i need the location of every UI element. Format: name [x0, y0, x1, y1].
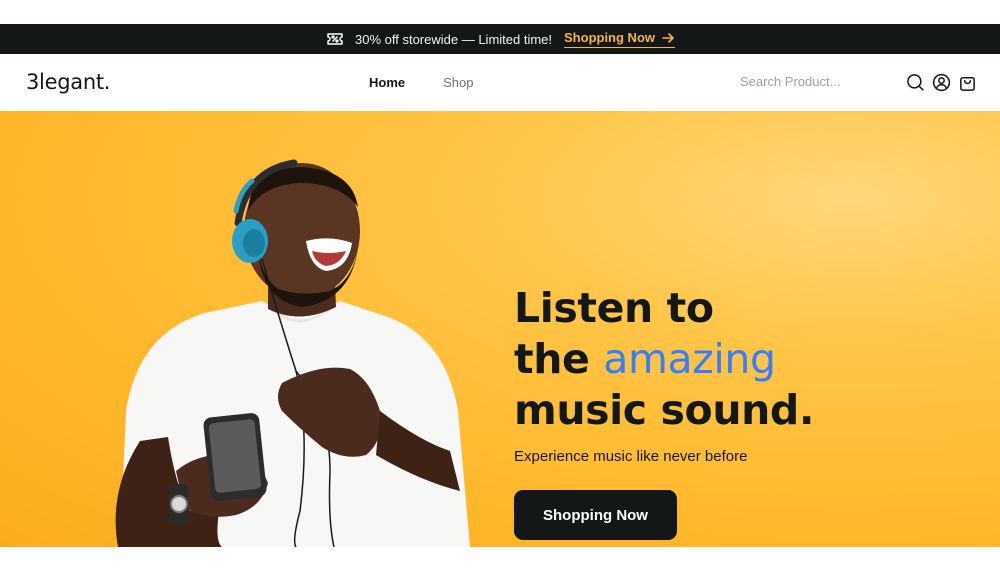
hero-shopping-now-button[interactable]: Shopping Now — [514, 490, 677, 540]
logo[interactable]: 3legant. — [26, 70, 110, 94]
arrow-right-icon — [662, 32, 674, 43]
nav-item-home[interactable]: Home — [369, 75, 405, 90]
headline-line-2-prefix: the — [514, 335, 604, 383]
promo-text: 30% off storewide — Limited time! — [355, 31, 553, 47]
headline-line-3: music sound. — [514, 386, 815, 434]
ticket-icon — [325, 29, 345, 49]
headline-line-1: Listen to — [514, 284, 714, 332]
navbar: 3legant. Home Shop — [0, 54, 1000, 111]
shopping-bag-icon[interactable] — [958, 73, 977, 92]
search-icon[interactable] — [906, 73, 925, 92]
hero-subtitle: Experience music like never before — [514, 448, 748, 465]
search-input[interactable] — [740, 74, 890, 89]
promo-shopping-now-link[interactable]: Shopping Now — [564, 30, 675, 48]
headline-accent-word: amazing — [603, 335, 776, 383]
headline-line-2: the amazing — [514, 334, 814, 385]
hero-image — [115, 159, 470, 547]
page: 30% off storewide — Limited time! Shoppi… — [0, 0, 1000, 571]
hero-headline: Listen to the amazing music sound. — [514, 283, 814, 436]
nav-item-shop[interactable]: Shop — [443, 75, 473, 90]
nav-menu: Home Shop — [369, 75, 474, 90]
promo-link-label: Shopping Now — [564, 30, 655, 45]
hero-banner: Listen to the amazing music sound. Exper… — [0, 111, 1000, 547]
promo-bar: 30% off storewide — Limited time! Shoppi… — [0, 24, 1000, 54]
user-icon[interactable] — [932, 73, 951, 92]
nav-icons — [906, 73, 977, 92]
